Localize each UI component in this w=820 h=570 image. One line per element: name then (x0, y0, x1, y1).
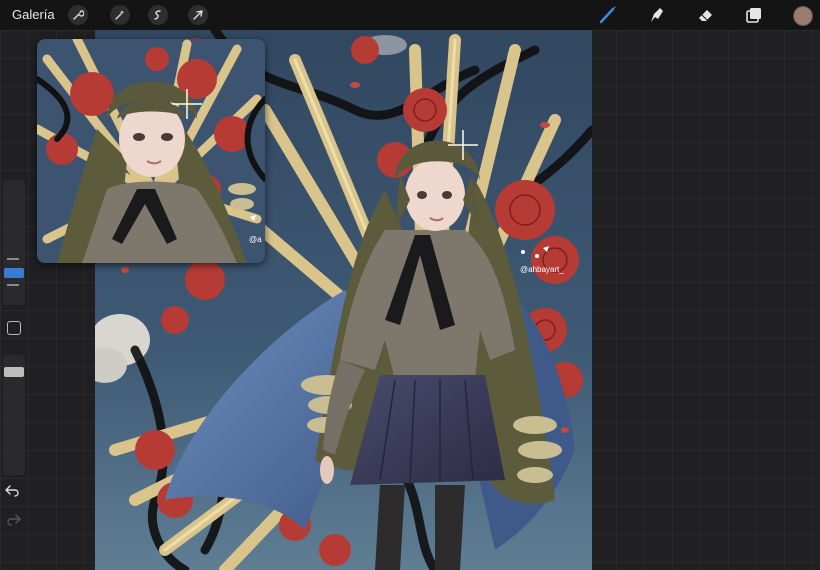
brush-icon[interactable] (597, 5, 619, 25)
reference-watermark: @a (249, 235, 262, 244)
redo-icon[interactable] (5, 513, 21, 527)
magic-wand-icon[interactable] (110, 5, 130, 25)
modify-button[interactable] (7, 321, 21, 335)
gallery-button[interactable]: Galería (12, 7, 55, 22)
reference-image: @a (37, 39, 265, 263)
undo-icon[interactable] (5, 484, 21, 498)
brush-size-slider[interactable] (3, 180, 25, 305)
wrench-icon[interactable] (68, 5, 88, 25)
top-toolbar: Galería (0, 0, 820, 30)
slider-tick (7, 258, 19, 260)
eraser-icon[interactable] (695, 5, 717, 25)
reference-window[interactable]: @a (37, 39, 265, 263)
opacity-handle[interactable] (4, 367, 24, 377)
selection-icon[interactable] (148, 5, 168, 25)
layers-icon[interactable] (743, 5, 765, 25)
current-color-swatch[interactable] (793, 6, 813, 26)
brush-size-handle[interactable] (4, 268, 24, 278)
smudge-icon[interactable] (646, 5, 668, 25)
artwork-watermark: @ahbayart_ (520, 265, 564, 274)
slider-tick (7, 284, 19, 286)
transform-arrow-icon[interactable] (188, 5, 208, 25)
